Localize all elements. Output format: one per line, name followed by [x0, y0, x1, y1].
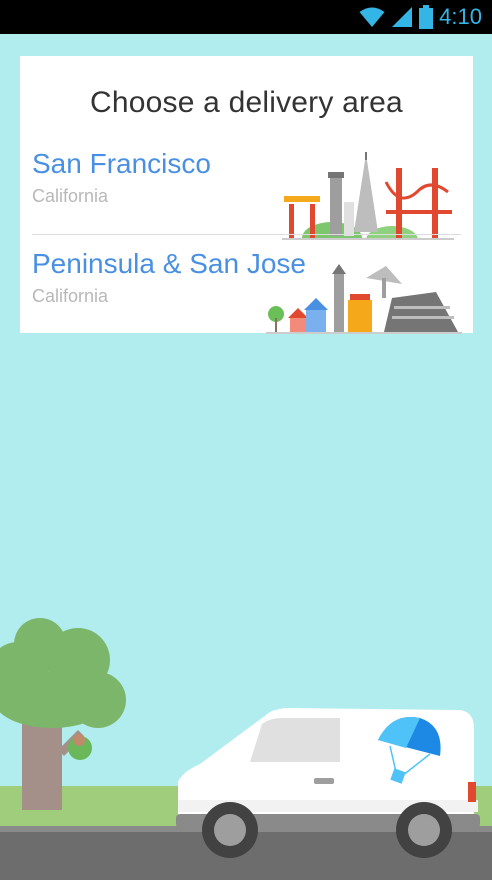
area-state-label: California [32, 186, 109, 206]
signal-icon [392, 7, 413, 27]
tree-illustration [0, 618, 126, 810]
area-divider [32, 234, 461, 235]
peninsula-san-jose-illustration [266, 264, 462, 334]
status-bar: 4:10 [0, 0, 492, 34]
area-item-san-francisco[interactable]: San Francisco California [20, 148, 473, 246]
status-icons: 4:10 [359, 0, 482, 34]
area-city-label: Peninsula & San Jose [32, 248, 306, 279]
battery-icon [419, 5, 434, 29]
area-state-label: California [32, 286, 109, 306]
status-time: 4:10 [439, 4, 482, 29]
delivery-area-card: Choose a delivery area San Francisco Cal… [20, 56, 473, 334]
card-title: Choose a delivery area [90, 86, 403, 119]
area-item-peninsula-san-jose[interactable]: Peninsula & San Jose California [20, 248, 473, 346]
wifi-icon [359, 7, 385, 27]
delivery-scene-illustration [0, 618, 492, 880]
area-city-label: San Francisco [32, 148, 211, 179]
san-francisco-illustration [282, 152, 454, 240]
